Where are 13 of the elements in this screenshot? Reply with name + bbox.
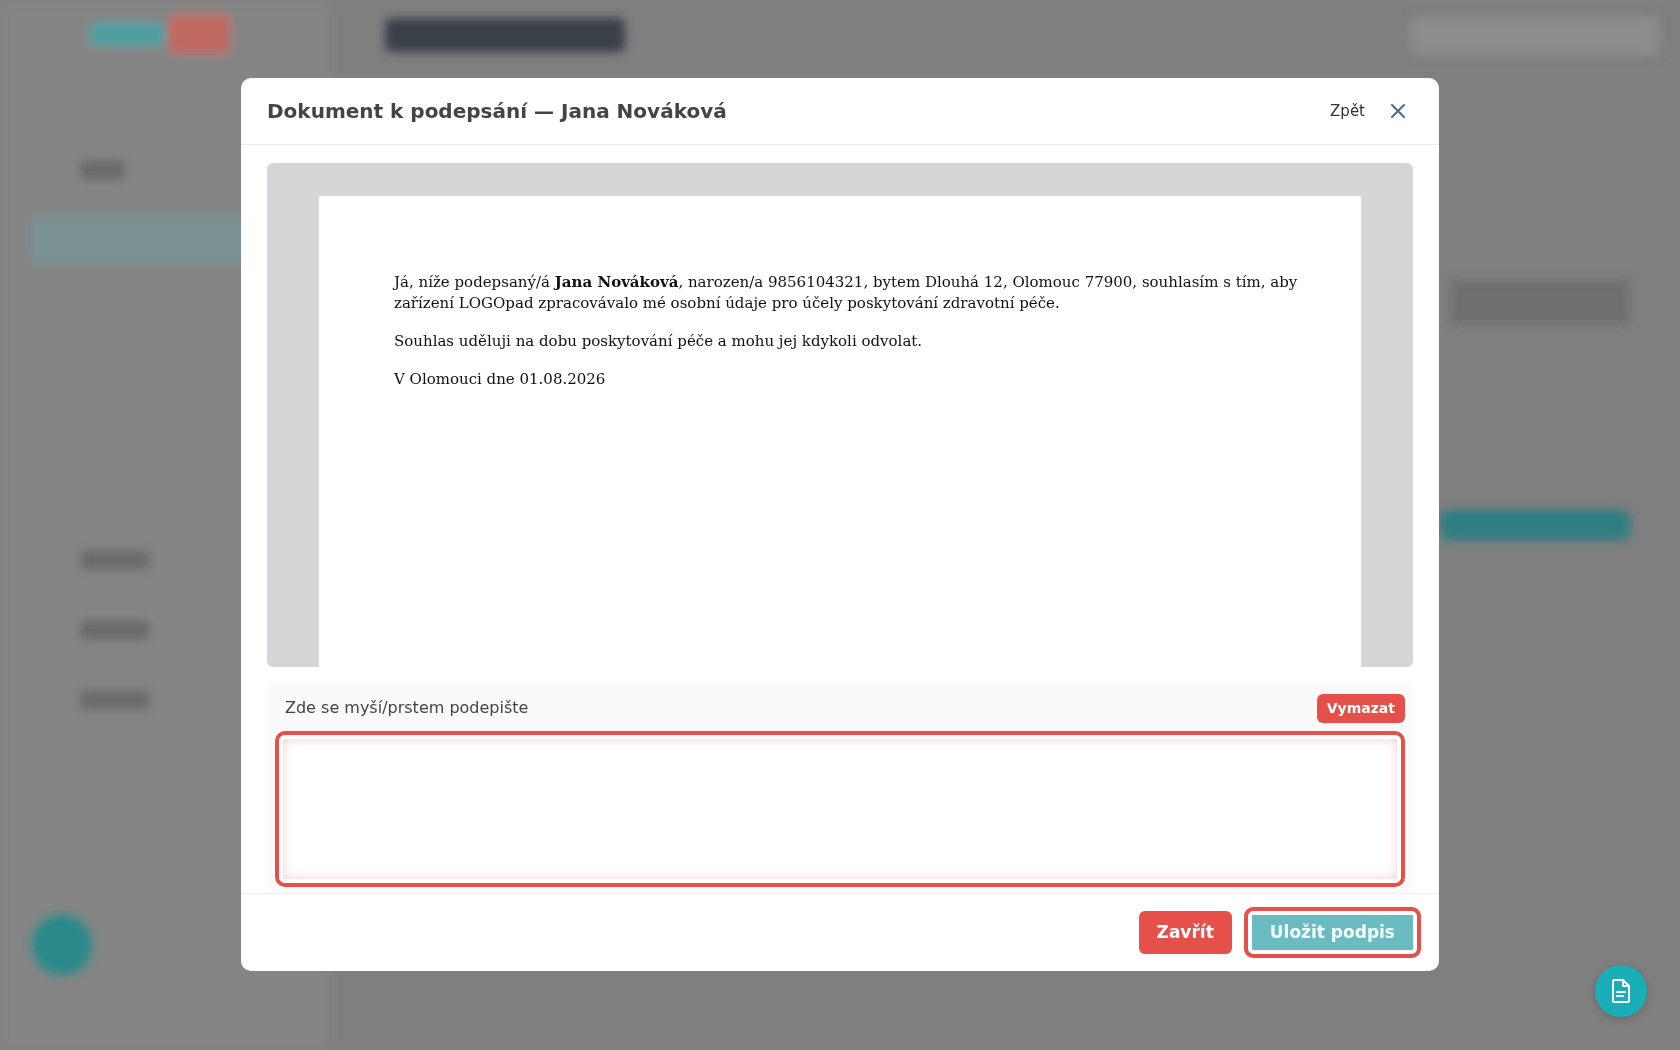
modal-title: Dokument k podepsání — Jana Nováková [267, 98, 728, 123]
floating-action-button[interactable] [1595, 965, 1647, 1017]
signature-label: Zde se myší/prstem podepište [284, 697, 530, 720]
clear-button[interactable]: Vymazat [1316, 693, 1405, 723]
document-paragraph: Souhlas uděluji na dobu poskytování péče a mohu jej kdykoli odvolat. [394, 330, 924, 352]
document-icon [1609, 978, 1633, 1004]
back-link[interactable]: Zpět [1330, 99, 1365, 123]
save-signature-button[interactable]: Uložit podpis [1243, 906, 1421, 959]
close-button[interactable]: Zavřít [1138, 910, 1232, 955]
close-icon[interactable] [1389, 101, 1407, 120]
document-paragraph: V Olomouci dne 01.08.2026 [394, 368, 607, 390]
document-paragraph: Já, níže podepsaný/á Jana Nováková, narozen/a 9856104321, bytem Dlouhá 12, Olomouc 77900, souhlasím s tím, aby zařízení LOGOpad zpracovávalo mé osobní údaje pro účely poskytování zdravotní péče. [394, 271, 1299, 314]
signature-pad[interactable] [275, 730, 1405, 887]
